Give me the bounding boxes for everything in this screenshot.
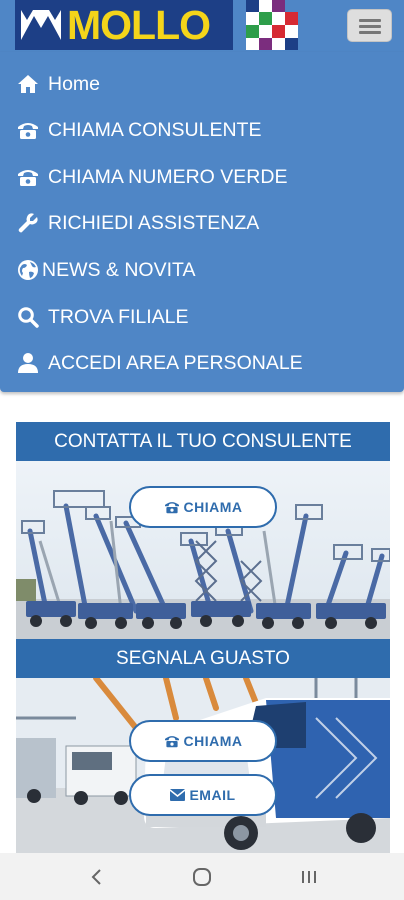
logo-text: MOLLO xyxy=(67,2,211,48)
wrench-icon xyxy=(16,211,40,235)
nav-item-label: CHIAMA CONSULENTE xyxy=(48,118,262,141)
nav-item-label: Home xyxy=(48,72,101,95)
phone-icon xyxy=(164,502,179,514)
hamburger-icon xyxy=(359,19,381,22)
home-icon xyxy=(16,72,40,96)
consultant-call-label: CHIAMA xyxy=(183,499,243,515)
language-flag-icon[interactable] xyxy=(246,0,298,50)
back-icon[interactable] xyxy=(84,865,108,889)
aerial-platforms-photo: CHIAMA xyxy=(16,461,390,639)
recent-apps-icon[interactable] xyxy=(297,865,321,889)
nav-item-label: TROVA FILIALE xyxy=(48,305,189,328)
fault-section-title: SEGNALA GUASTO xyxy=(16,639,390,678)
nav-item-label: NEWS & NOVITA xyxy=(42,258,196,281)
search-icon xyxy=(16,305,40,329)
nav-item-personal-area[interactable]: ACCEDI AREA PERSONALE xyxy=(16,343,303,383)
brand-logo[interactable]: MOLLO xyxy=(15,0,233,50)
phone-icon xyxy=(16,165,40,189)
phone-icon xyxy=(16,118,40,142)
phone-icon xyxy=(164,736,179,748)
consultant-section-title: CONTATTA IL TUO CONSULENTE xyxy=(16,422,390,461)
nav-menu: Home CHIAMA CONSULENTE CHIAMA NUMERO VER… xyxy=(0,52,404,392)
fault-email-label: EMAIL xyxy=(189,787,236,803)
nav-item-label: CHIAMA NUMERO VERDE xyxy=(48,165,288,188)
nav-item-news[interactable]: NEWS & NOVITA xyxy=(16,250,196,290)
system-nav-bar xyxy=(0,853,404,900)
nav-item-request-assistance[interactable]: RICHIEDI ASSISTENZA xyxy=(16,203,259,243)
nav-item-call-consultant[interactable]: CHIAMA CONSULENTE xyxy=(16,110,261,150)
menu-toggle-button[interactable] xyxy=(347,9,392,42)
fault-call-button[interactable]: CHIAMA xyxy=(129,720,277,762)
envelope-icon xyxy=(170,789,186,801)
user-icon xyxy=(16,351,40,375)
nav-item-find-branch[interactable]: TROVA FILIALE xyxy=(16,297,189,337)
nav-item-label: RICHIEDI ASSISTENZA xyxy=(48,211,260,234)
fault-email-button[interactable]: EMAIL xyxy=(129,774,277,816)
service-van-photo: CHIAMA EMAIL xyxy=(16,678,390,853)
nav-item-call-toll-free[interactable]: CHIAMA NUMERO VERDE xyxy=(16,157,287,197)
home-circle-icon[interactable] xyxy=(190,865,214,889)
consultant-call-button[interactable]: CHIAMA xyxy=(129,486,277,528)
nav-item-label: ACCEDI AREA PERSONALE xyxy=(48,351,303,374)
fault-call-label: CHIAMA xyxy=(183,733,243,749)
logo-mountain-icon xyxy=(19,6,63,44)
app-header: MOLLO xyxy=(0,0,404,52)
nav-item-home[interactable]: Home xyxy=(16,64,100,104)
globe-icon xyxy=(16,258,40,282)
